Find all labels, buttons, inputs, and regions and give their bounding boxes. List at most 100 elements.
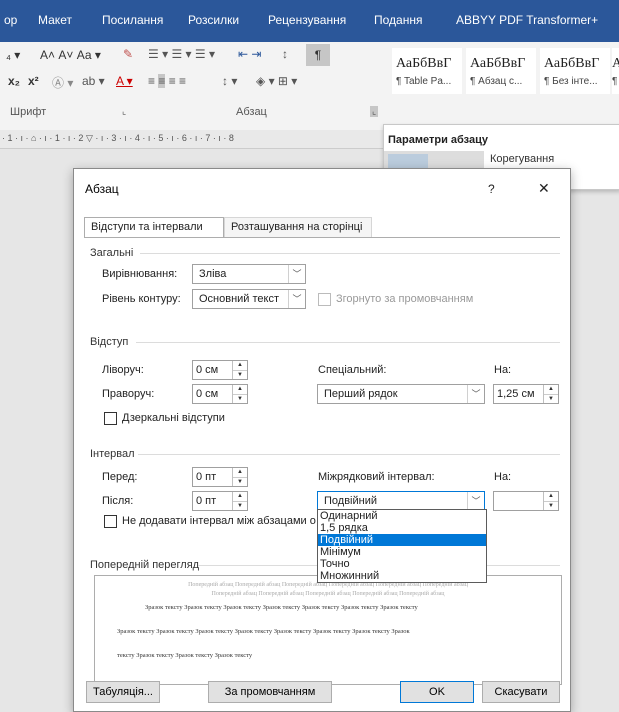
dialog-title: Абзац (85, 182, 119, 196)
after-label: Після: (102, 495, 134, 507)
preview-sample-line: Зразок тексту Зразок тексту Зразок текст… (117, 628, 410, 635)
divider (140, 253, 560, 254)
font-group-label: Шрифт (10, 106, 47, 118)
shading-border-icons[interactable]: ◈ ▾ ⊞ ▾ (256, 74, 297, 88)
spin-down-icon[interactable]: ▼ (544, 502, 558, 511)
section-preview: Попередній перегляд (90, 559, 200, 571)
tab-view[interactable]: Подання (374, 13, 422, 27)
after-spinner[interactable]: 0 пт ▲ ▼ (192, 491, 248, 511)
tabs-button[interactable]: Табуляція... (86, 681, 160, 703)
line-spacing-option[interactable]: Множинний (318, 570, 486, 582)
subscript-button[interactable]: x₂ (8, 74, 20, 88)
no-space-label: Не додавати інтервал між абзацами о (122, 515, 316, 527)
spin-down-icon[interactable]: ▼ (233, 502, 247, 511)
tab-page-layout[interactable]: Розташування на сторінці (224, 217, 372, 237)
font-grow-shrink[interactable]: А˄ А˅ Аа ▾ (40, 48, 101, 62)
spin-up-icon[interactable]: ▲ (544, 385, 558, 395)
font-dialog-launcher-icon[interactable]: ⌞ (122, 106, 126, 117)
tab-partial[interactable]: ор (4, 13, 17, 27)
ribbon-tab-bar: ор Макет Посилання Розсилки Рецензування… (0, 0, 619, 42)
chevron-down-icon: ﹀ (288, 290, 305, 308)
ok-button[interactable]: OK (400, 681, 474, 703)
list-icons[interactable]: ☰ ▾ ☰ ▾ ☰ ▾ (148, 47, 215, 61)
indent-icons[interactable]: ⇤ ⇥ (238, 47, 261, 61)
spin-up-icon[interactable]: ▲ (233, 468, 247, 478)
font-size-dropdown[interactable]: ₄ ▾ (6, 48, 20, 62)
help-button[interactable]: ? (488, 182, 495, 196)
line-spacing-option[interactable]: Подвійний (318, 534, 486, 546)
chevron-down-icon: ﹀ (467, 492, 484, 510)
style-no-spacing[interactable]: АаБбВвГ ¶ Без інте... (540, 48, 610, 94)
line-spacing-select[interactable]: Подвійний ﹀ (317, 491, 485, 511)
cancel-button[interactable]: Скасувати (482, 681, 560, 703)
spin-up-icon[interactable]: ▲ (544, 492, 558, 502)
right-indent-label: Праворуч: (102, 388, 155, 400)
tab-mailings[interactable]: Розсилки (188, 13, 239, 27)
mirror-indents-checkbox[interactable] (104, 412, 117, 425)
line-spacing-option[interactable]: Мінімум (318, 546, 486, 558)
collapsed-label: Згорнуто за промовчанням (336, 293, 474, 305)
section-indent: Відступ (90, 336, 129, 348)
superscript-button[interactable]: x² (28, 74, 39, 88)
style-sample: А (612, 56, 619, 71)
ruler-scale: · 1 · ı · ⌂ · ı · 1 · ı · 2 ▽ · ı · 3 · … (2, 133, 234, 143)
tab-indents-spacing[interactable]: Відступи та інтервали (84, 217, 224, 237)
outline-select[interactable]: Основний текст ﹀ (192, 289, 306, 309)
highlight-icon[interactable]: ab ▾ (82, 74, 105, 88)
paragraph-dialog: Абзац ? ✕ Відступи та інтервали Розташув… (73, 168, 571, 712)
at-spinner[interactable]: ▲ ▼ (493, 491, 559, 511)
spin-down-icon[interactable]: ▼ (233, 395, 247, 404)
style-sample: АаБбВвГ (470, 56, 526, 71)
paragraph-group-label: Абзац (236, 106, 267, 118)
paragraph-dialog-launcher-icon[interactable]: ⌞ (370, 106, 379, 117)
ruler: · 1 · ı · ⌂ · ı · 1 · ı · 2 ▽ · ı · 3 · … (0, 130, 385, 149)
by-label: На: (494, 364, 512, 376)
spin-down-icon[interactable]: ▼ (544, 395, 558, 404)
sort-icon[interactable]: ↕ (282, 47, 288, 61)
tab-abbyy[interactable]: ABBYY PDF Transformer+ (456, 13, 598, 27)
text-effects-icon[interactable]: Ⓐ ▾ (52, 74, 73, 91)
spin-up-icon[interactable]: ▲ (233, 361, 247, 371)
no-space-checkbox[interactable] (104, 515, 117, 528)
line-spacing-dropdown: Одинарний 1,5 рядка Подвійний Мінімум То… (317, 509, 487, 583)
default-button[interactable]: За промовчанням (208, 681, 332, 703)
align-icons[interactable]: ≡ ≡ ≡ ≡ (148, 74, 186, 88)
spin-down-icon[interactable]: ▼ (233, 478, 247, 487)
alignment-select[interactable]: Зліва ﹀ (192, 264, 306, 284)
collapsed-checkbox[interactable] (318, 293, 331, 306)
alignment-value: Зліва (199, 268, 227, 280)
style-list-para[interactable]: АаБбВвГ ¶ Абзац с... (466, 48, 536, 94)
line-spacing-option[interactable]: Одинарний (318, 510, 486, 522)
special-select[interactable]: Перший рядок ﹀ (317, 384, 485, 404)
spin-up-icon[interactable]: ▲ (233, 492, 247, 502)
tab-references[interactable]: Посилання (102, 13, 163, 27)
line-spacing-option[interactable]: Точно (318, 558, 486, 570)
left-indent-spinner[interactable]: 0 см ▲ ▼ (192, 360, 248, 380)
by-value: 1,25 см (497, 388, 535, 400)
font-color-icon[interactable]: A ▾ (116, 74, 133, 88)
before-spinner[interactable]: 0 пт ▲ ▼ (192, 467, 248, 487)
tab-review[interactable]: Рецензування (268, 13, 346, 27)
style-name: ¶ Без інте... (544, 76, 598, 87)
line-spacing-icon[interactable]: ↕ ▾ (222, 74, 237, 88)
mirror-indents-label: Дзеркальні відступи (122, 412, 225, 424)
tab-layout[interactable]: Макет (38, 13, 72, 27)
chevron-down-icon: ﹀ (467, 385, 484, 403)
right-indent-value: 0 см (196, 388, 219, 400)
style-partial[interactable]: А ¶ (612, 48, 619, 94)
preview-sample-line: тексту Зразок тексту Зразок тексту Зразо… (117, 652, 253, 659)
line-spacing-label: Міжрядковий інтервал: (318, 471, 435, 483)
show-marks-icon[interactable]: ¶ (306, 44, 330, 66)
style-sample: АаБбВвГ (396, 56, 452, 71)
at-label: На: (494, 471, 512, 483)
spin-down-icon[interactable]: ▼ (233, 371, 247, 380)
by-spinner[interactable]: 1,25 см ▲ ▼ (493, 384, 559, 404)
spin-up-icon[interactable]: ▲ (233, 385, 247, 395)
style-table-para[interactable]: АаБбВвГ ¶ Table Pa... (392, 48, 462, 94)
preview-prev-line: Попередній абзац Попередній абзац Попере… (211, 591, 445, 597)
clear-format-icon[interactable]: ✎ (123, 47, 133, 61)
line-spacing-value: Подвійний (324, 495, 377, 507)
close-button[interactable]: ✕ (538, 180, 550, 197)
right-indent-spinner[interactable]: 0 см ▲ ▼ (192, 384, 248, 404)
line-spacing-option[interactable]: 1,5 рядка (318, 522, 486, 534)
